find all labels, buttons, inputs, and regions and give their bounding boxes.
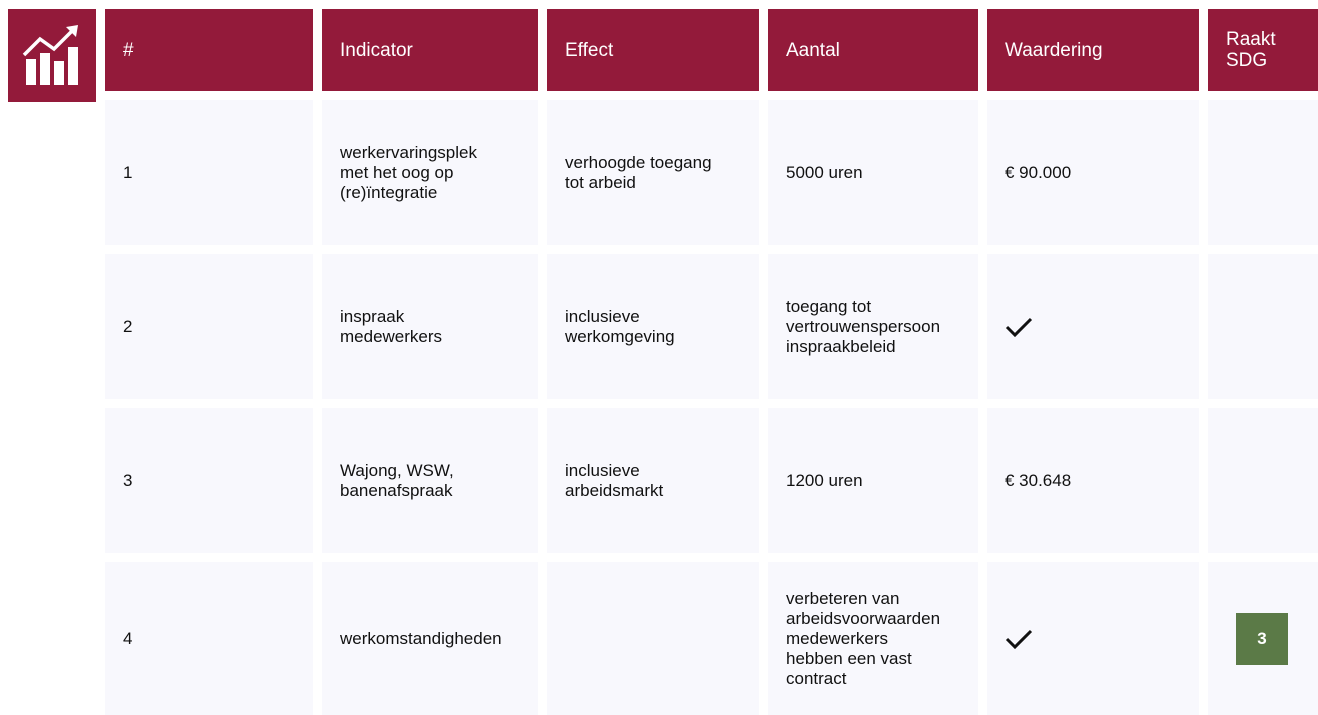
effect-text: verhoogde toegang tot arbeid [565,152,712,192]
table-cell-waardering [987,254,1199,399]
aantal-text: verbeteren van arbeidsvoorwaarden medewe… [786,588,941,688]
table-cell-effect: inclusieve werkomgeving [547,254,759,399]
table-cell-effect: inclusieve arbeidsmarkt [547,408,759,553]
column-header-label: Waardering [1005,39,1103,61]
table-cell-waardering: € 30.648 [987,408,1199,553]
number-text: 3 [123,470,133,490]
column-header-label: Aantal [786,39,840,61]
column-header-number: # [105,9,313,91]
column-header-aantal: Aantal [768,9,978,91]
table-cell-sdg [1208,254,1318,399]
growth-chart-icon [22,24,78,85]
table-cell-aantal: 1200 uren [768,408,978,553]
column-header-effect: Effect [547,9,759,91]
column-header-label: Indicator [340,39,413,61]
column-header-label: Raakt SDG [1226,29,1276,71]
table-cell-effect: verhoogde toegang tot arbeid [547,100,759,245]
table-cell-sdg [1208,408,1318,553]
table-cell-number: 3 [105,408,313,553]
sdg-badge: 3 [1236,612,1288,665]
checkmark-icon [1005,629,1033,649]
column-header-label: # [123,39,134,61]
table-cell-indicator: inspraak medewerkers [322,254,538,399]
indicator-text: werkomstandigheden [340,628,502,648]
effect-text: inclusieve arbeidsmarkt [565,460,664,500]
logo [8,9,96,102]
table-cell-number: 2 [105,254,313,399]
table-cell-aantal: verbeteren van arbeidsvoorwaarden medewe… [768,562,978,715]
table-cell-indicator: werkervaringsplek met het oog op (re)ïnt… [322,100,538,245]
table-cell-waardering: € 90.000 [987,100,1199,245]
table-cell-indicator: werkomstandigheden [322,562,538,715]
aantal-text: 1200 uren [786,470,863,490]
waardering-text: € 90.000 [1005,162,1072,182]
table-cell-sdg [1208,100,1318,245]
table-cell-waardering [987,562,1199,715]
table-cell-number: 1 [105,100,313,245]
waardering-text: € 30.648 [1005,470,1072,490]
table-cell-aantal: toegang tot vertrouwenspersoon inspraakb… [768,254,978,399]
column-header-sdg: Raakt SDG [1208,9,1318,91]
table-cell-number: 4 [105,562,313,715]
column-header-waardering: Waardering [987,9,1199,91]
indicator-text: Wajong, WSW, banenafspraak [340,460,454,500]
number-text: 1 [123,162,133,182]
table-cell-indicator: Wajong, WSW, banenafspraak [322,408,538,553]
indicator-text: werkervaringsplek met het oog op (re)ïnt… [340,142,477,202]
checkmark-icon [1005,317,1033,337]
aantal-text: 5000 uren [786,162,863,182]
table-cell-sdg: 3 [1208,562,1318,715]
effect-text: inclusieve werkomgeving [565,306,675,346]
table-cell-aantal: 5000 uren [768,100,978,245]
number-text: 4 [123,628,133,648]
column-header-label: Effect [565,39,614,61]
aantal-text: toegang tot vertrouwenspersoon inspraakb… [786,296,941,356]
table-cell-effect [547,562,759,715]
number-text: 2 [123,316,133,336]
indicator-text: inspraak medewerkers [340,306,443,346]
column-header-indicator: Indicator [322,9,538,91]
